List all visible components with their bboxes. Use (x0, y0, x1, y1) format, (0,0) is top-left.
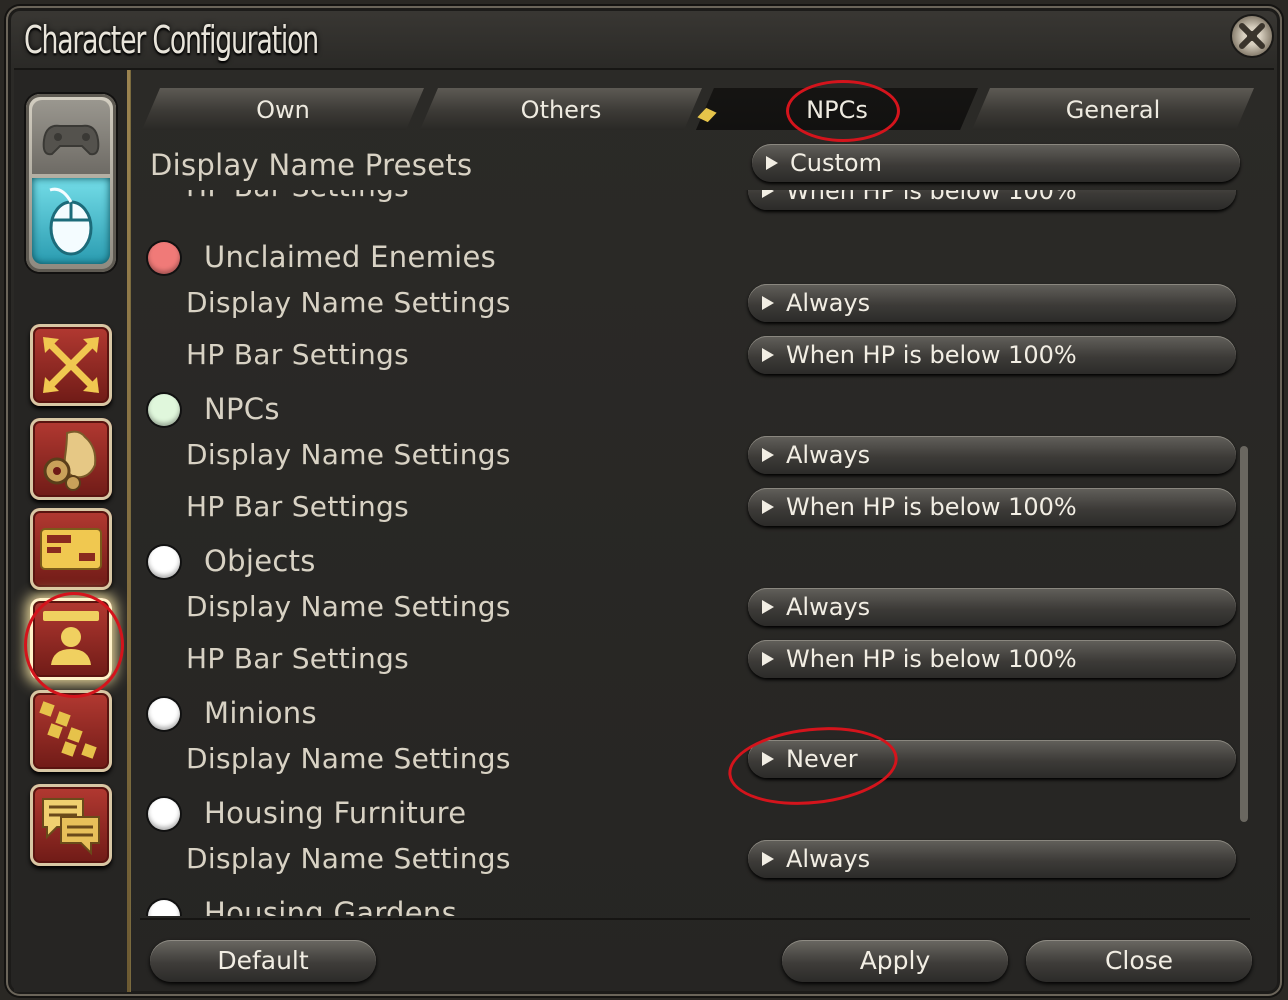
hp-bar-settings-label: HP Bar Settings (186, 338, 409, 371)
dropdown-value: Always (786, 593, 871, 621)
dropdown-arrow-icon (762, 500, 774, 514)
npcs-hp-bar-dropdown[interactable]: When HP is below 100% (748, 488, 1236, 526)
bag-gears-icon[interactable] (30, 418, 112, 500)
color-swatch-objects[interactable] (148, 546, 180, 578)
dropdown-value: When HP is below 100% (786, 493, 1077, 521)
dropdown-arrow-icon (762, 348, 774, 362)
hp-bar-settings-label: HP Bar Settings (186, 190, 409, 203)
dropdown-value: Always (786, 441, 871, 469)
scroll-clipped-bottom: Housing Gardens (140, 890, 1240, 916)
section-minions: Minions (204, 696, 317, 730)
section-housing-gardens: Housing Gardens (204, 896, 457, 916)
scrollbar[interactable] (1240, 446, 1248, 822)
dropdown-value: Custom (790, 149, 882, 177)
display-name-presets-label: Display Name Presets (150, 148, 473, 182)
display-name-settings-label: Display Name Settings (186, 590, 511, 623)
close-button[interactable]: Close (1026, 940, 1252, 982)
dropdown-arrow-icon (762, 852, 774, 866)
checker-icon[interactable] (30, 690, 112, 772)
annotation-circle-nameplate-icon (24, 592, 124, 698)
display-name-settings-label: Display Name Settings (186, 842, 511, 875)
gamepad-icon[interactable] (32, 100, 110, 174)
dropdown-value: Always (786, 289, 871, 317)
display-name-settings-label: Display Name Settings (186, 438, 511, 471)
apply-button[interactable]: Apply (782, 940, 1008, 982)
sidebar-divider (127, 70, 130, 992)
hp-bar-settings-dropdown[interactable]: When HP is below 100% (748, 190, 1236, 210)
color-swatch-housing-furniture[interactable] (148, 798, 180, 830)
section-npcs: NPCs (204, 392, 280, 426)
dropdown-value: When HP is below 100% (786, 190, 1077, 205)
input-device-toggle[interactable] (26, 94, 116, 272)
dropdown-arrow-icon (762, 652, 774, 666)
color-swatch-housing-gardens[interactable] (148, 900, 180, 916)
objects-hp-bar-dropdown[interactable]: When HP is below 100% (748, 640, 1236, 678)
objects-display-name-dropdown[interactable]: Always (748, 588, 1236, 626)
dropdown-arrow-icon (766, 156, 778, 170)
display-name-settings-label: Display Name Settings (186, 286, 511, 319)
npcs-display-name-dropdown[interactable]: Always (748, 436, 1236, 474)
display-name-settings-label: Display Name Settings (186, 742, 511, 775)
scroll-clipped-top: HP Bar Settings When HP is below 100% (140, 190, 1240, 220)
unclaimed-enemies-display-name-dropdown[interactable]: Always (748, 284, 1236, 322)
display-name-presets-dropdown[interactable]: Custom (752, 144, 1240, 182)
chat-bubbles-icon[interactable] (30, 784, 112, 866)
crossed-arrows-icon[interactable] (30, 324, 112, 406)
tab-own[interactable]: Own (142, 88, 424, 130)
dropdown-arrow-icon (762, 600, 774, 614)
dropdown-value: When HP is below 100% (786, 341, 1077, 369)
tab-others[interactable]: Others (420, 88, 702, 130)
footer-divider (140, 918, 1250, 920)
hp-bar-settings-label: HP Bar Settings (186, 642, 409, 675)
color-swatch-minions[interactable] (148, 698, 180, 730)
dropdown-arrow-icon (762, 190, 774, 198)
close-window-icon[interactable] (1232, 16, 1272, 56)
unclaimed-enemies-hp-bar-dropdown[interactable]: When HP is below 100% (748, 336, 1236, 374)
dropdown-arrow-icon (762, 296, 774, 310)
section-unclaimed-enemies: Unclaimed Enemies (204, 240, 497, 274)
color-swatch-npcs[interactable] (148, 394, 180, 426)
dropdown-arrow-icon (762, 448, 774, 462)
housing-furniture-display-name-dropdown[interactable]: Always (748, 840, 1236, 878)
titlebar-divider (14, 68, 1274, 70)
annotation-circle-npcs-tab (786, 80, 900, 142)
default-button[interactable]: Default (150, 940, 376, 982)
section-housing-furniture: Housing Furniture (204, 796, 467, 830)
hp-bar-settings-label: HP Bar Settings (186, 490, 409, 523)
card-icon[interactable] (30, 508, 112, 590)
mouse-icon[interactable] (32, 178, 110, 264)
window-title: Character Configuration (24, 18, 319, 62)
dropdown-value: Always (786, 845, 871, 873)
tab-general[interactable]: General (972, 88, 1254, 130)
color-swatch-unclaimed-enemies[interactable] (148, 242, 180, 274)
section-objects: Objects (204, 544, 316, 578)
dropdown-value: When HP is below 100% (786, 645, 1077, 673)
